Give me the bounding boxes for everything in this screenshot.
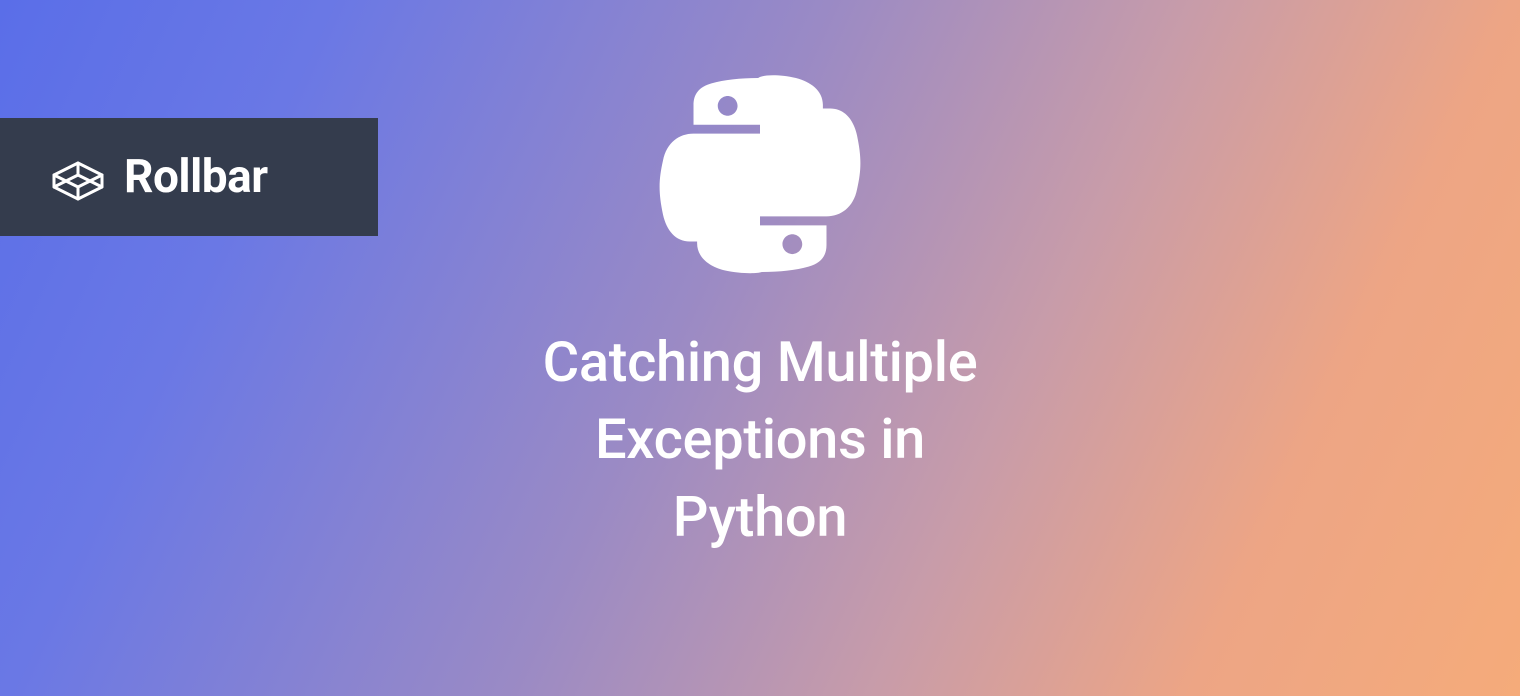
title-line-1: Catching Multiple	[543, 329, 978, 395]
python-logo-icon	[645, 60, 875, 290]
page-title: Catching Multiple Exceptions in Python	[543, 324, 978, 556]
title-line-2: Exceptions in	[595, 406, 925, 472]
main-content: Catching Multiple Exceptions in Python	[0, 60, 1520, 556]
title-line-3: Python	[673, 484, 848, 550]
